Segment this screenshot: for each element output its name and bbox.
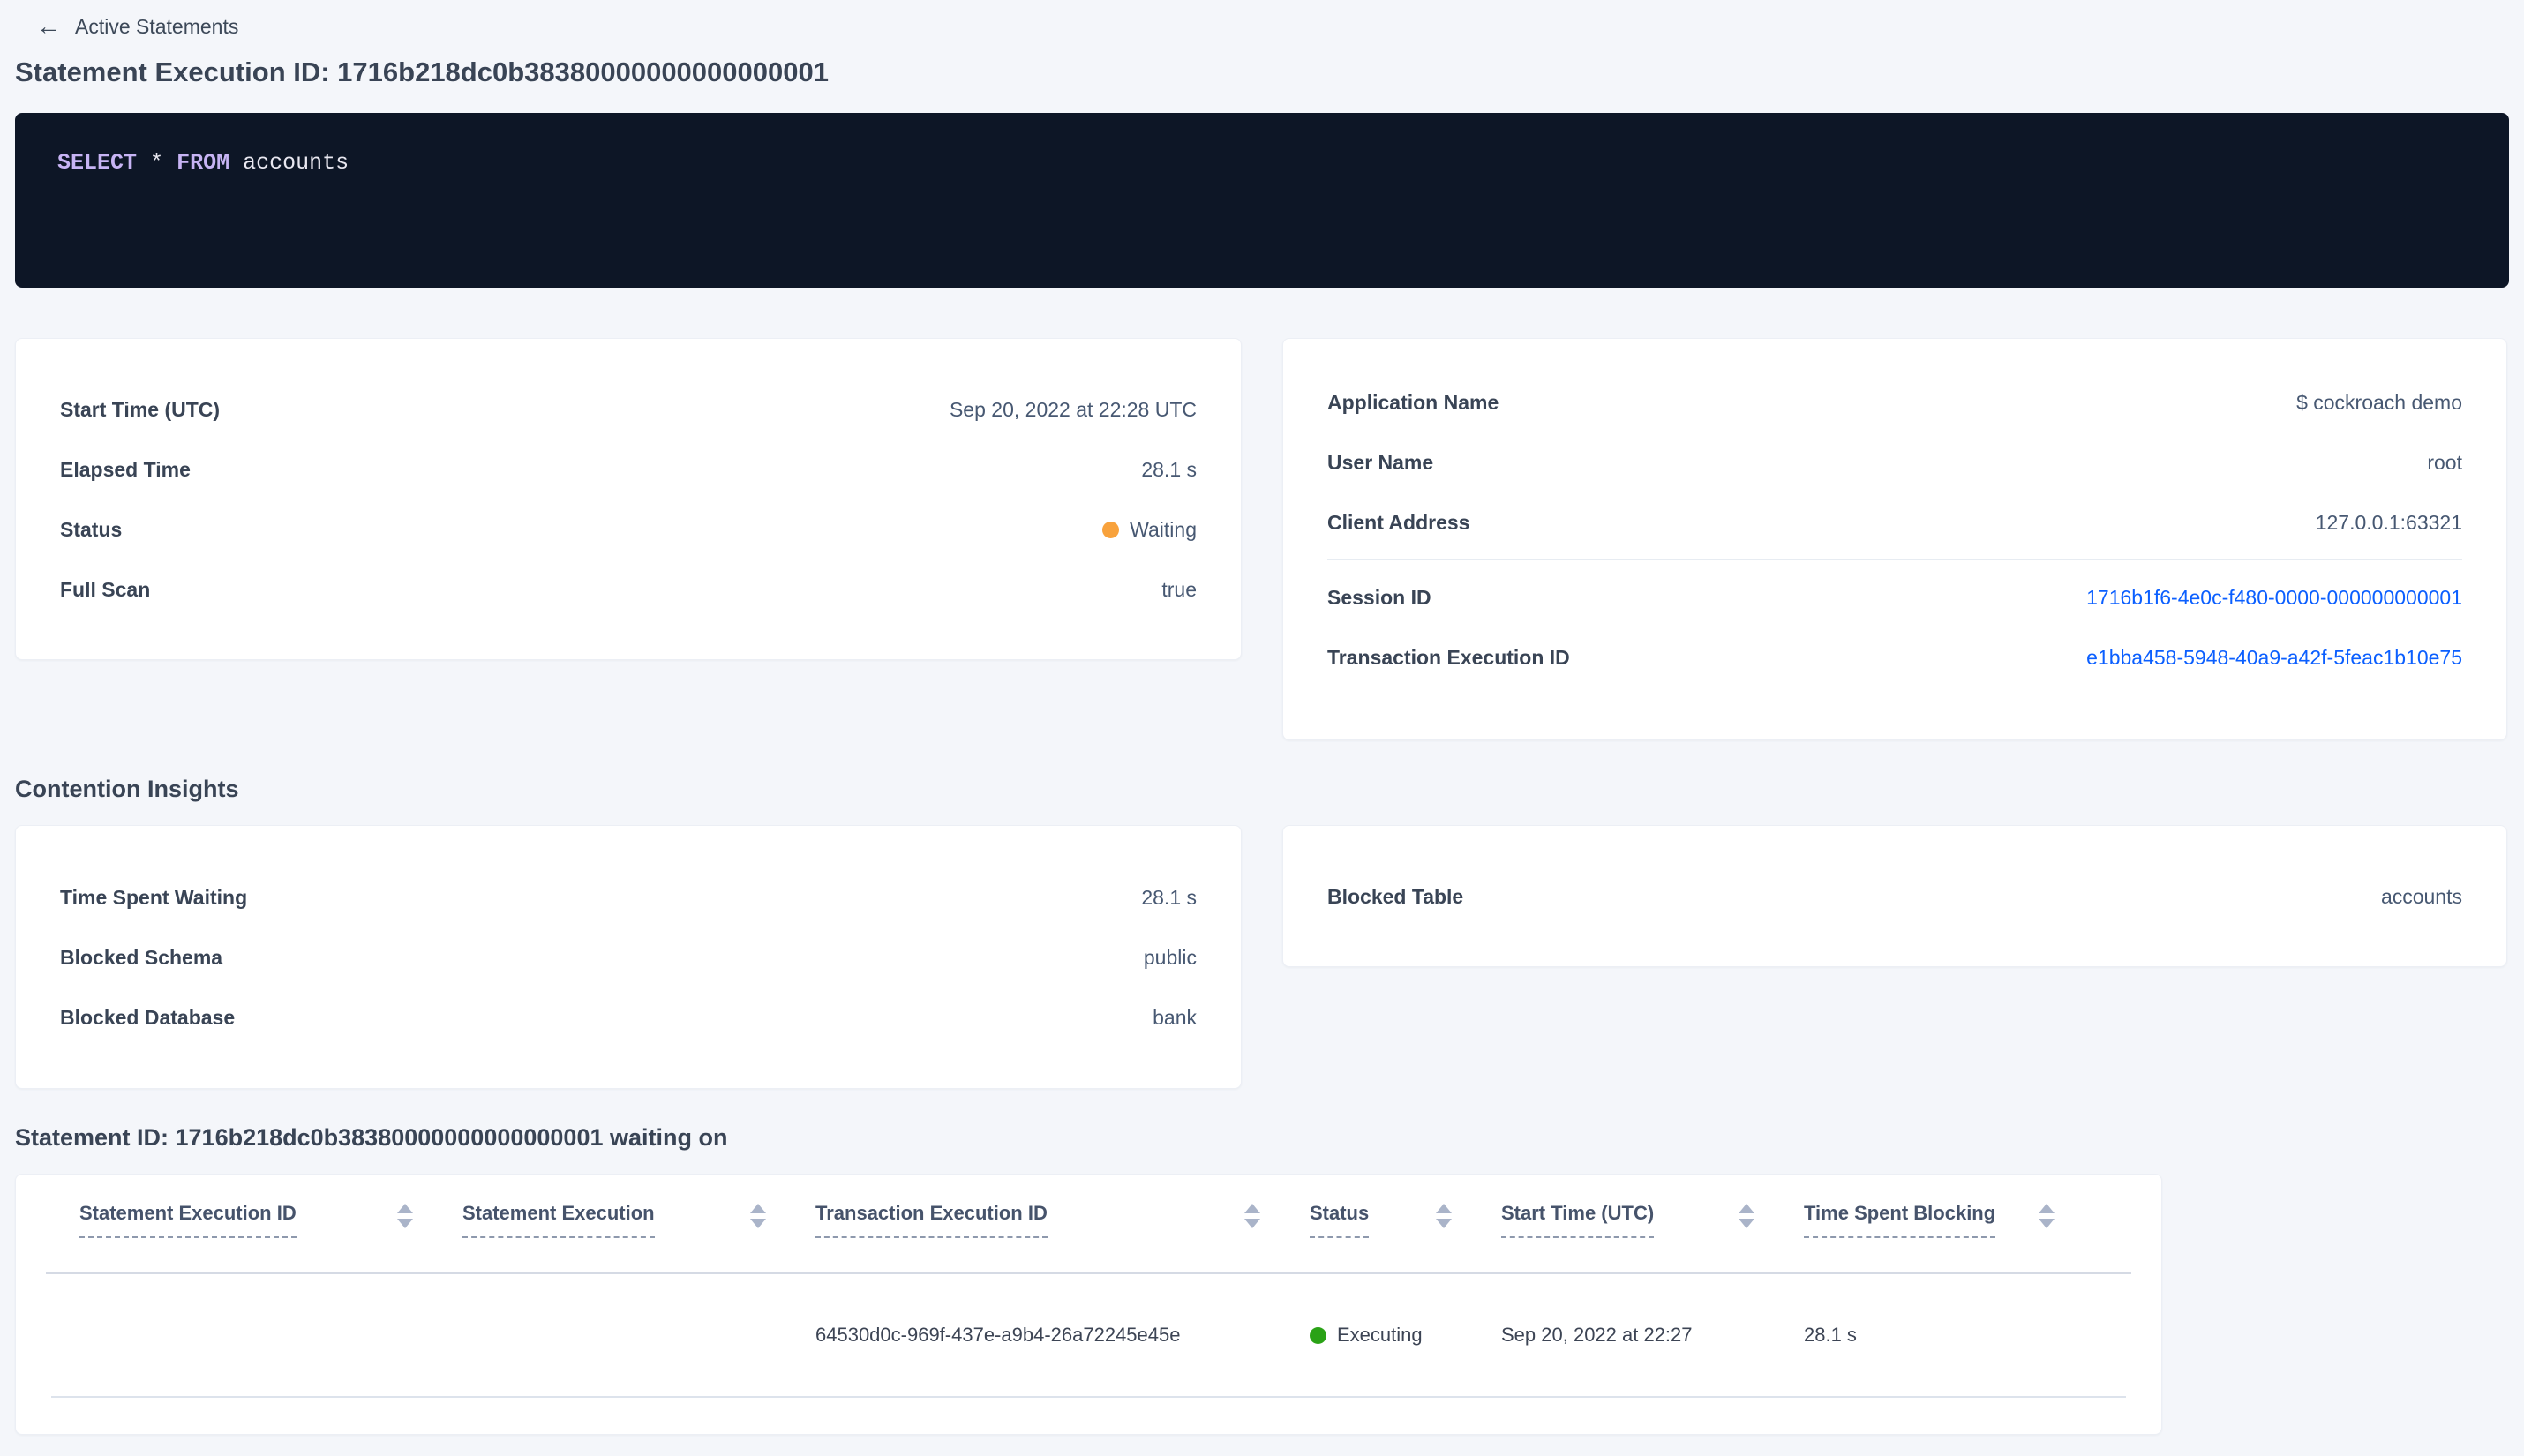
kv-value: accounts [2380,884,2462,908]
back-arrow-icon[interactable]: ← [36,14,61,39]
sql-table-identifier: accounts [243,150,349,176]
status-executing-dot-icon [1310,1326,1326,1344]
column-header-statement-execution[interactable]: Statement Execution [462,1201,815,1238]
kv-value: $ cockroach demo [2296,390,2462,414]
kv-row-transaction-execution-id: Transaction Execution ID e1bba458-5948-4… [1327,627,2462,687]
waiting-on-heading: Statement ID: 1716b218dc0b38380000000000… [15,1124,728,1151]
kv-label: Elapsed Time [60,457,191,481]
kv-label: Blocked Database [60,1005,236,1029]
kv-row-full-scan: Full Scan true [60,559,1197,619]
cell-start-time: Sep 20, 2022 at 22:27 [1501,1324,1693,1346]
kv-row-time-spent-waiting: Time Spent Waiting 28.1 s [60,867,1197,927]
table-row: 64530d0c-969f-437e-a9b4-26a72245e45e Exe… [16,1274,2161,1396]
column-label: Start Time (UTC) [1501,1201,1655,1238]
kv-row-blocked-schema: Blocked Schema public [60,927,1197,987]
status-text: Executing [1337,1324,1423,1346]
execution-summary-card: Start Time (UTC) Sep 20, 2022 at 22:28 U… [15,338,1242,660]
blocked-table-card: Blocked Table accounts [1282,825,2507,967]
kv-label: Client Address [1327,510,1470,534]
cell-time-spent-blocking: 28.1 s [1804,1324,1857,1346]
kv-value: true [1161,577,1197,601]
sort-icon[interactable] [1244,1204,1260,1228]
sql-star: * [150,150,164,176]
contention-insights-heading: Contention Insights [15,776,239,802]
sort-icon[interactable] [2039,1204,2055,1228]
column-label: Transaction Execution ID [815,1201,1048,1238]
column-header-status[interactable]: Status [1310,1201,1501,1238]
kv-label: Blocked Table [1327,884,1464,908]
card-divider [1327,559,2462,560]
sql-keyword-from: FROM [177,150,230,176]
page-title: Statement Execution ID: 1716b218dc0b3838… [15,56,829,87]
kv-value: 28.1 s [1141,885,1197,909]
column-header-time-spent-blocking[interactable]: Time Spent Blocking [1804,1201,2104,1238]
status-waiting-dot-icon [1102,521,1120,538]
status-text: Waiting [1130,517,1197,541]
kv-row-session-id: Session ID 1716b1f6-4e0c-f480-0000-00000… [1327,567,2462,627]
status-badge: Waiting [1102,518,1197,542]
transaction-execution-id-link[interactable]: e1bba458-5948-40a9-a42f-5feac1b10e75 [2086,646,2462,670]
sort-icon[interactable] [397,1204,413,1228]
kv-row-client-address: Client Address 127.0.0.1:63321 [1327,492,2462,552]
sort-icon[interactable] [1436,1204,1452,1228]
sort-icon[interactable] [750,1204,766,1228]
cell-transaction-execution-id: 64530d0c-969f-437e-a9b4-26a72245e45e [815,1324,1181,1346]
column-label: Time Spent Blocking [1804,1201,1996,1238]
contention-details-card: Time Spent Waiting 28.1 s Blocked Schema… [15,825,1242,1089]
sql-keyword-select: SELECT [57,150,138,176]
kv-row-application-name: Application Name $ cockroach demo [1327,372,2462,432]
back-link-active-statements[interactable]: Active Statements [75,15,238,39]
column-label: Statement Execution [462,1201,655,1238]
kv-label: Transaction Execution ID [1327,645,1570,669]
column-header-transaction-execution-id[interactable]: Transaction Execution ID [815,1201,1310,1238]
breadcrumb: ← Active Statements [36,0,2509,39]
kv-value: 127.0.0.1:63321 [2315,510,2462,534]
kv-row-status: Status Waiting [60,499,1197,559]
kv-value: bank [1153,1005,1197,1029]
column-header-start-time[interactable]: Start Time (UTC) [1501,1201,1804,1238]
kv-row-start-time: Start Time (UTC) Sep 20, 2022 at 22:28 U… [60,379,1197,439]
kv-label: Session ID [1327,585,1431,609]
kv-row-user-name: User Name root [1327,432,2462,492]
kv-label: Start Time (UTC) [60,397,221,421]
kv-label: Full Scan [60,577,151,601]
summary-cards-row: Start Time (UTC) Sep 20, 2022 at 22:28 U… [15,338,2509,740]
kv-row-elapsed-time: Elapsed Time 28.1 s [60,439,1197,499]
kv-value: 28.1 s [1141,457,1197,481]
contention-cards-row: Time Spent Waiting 28.1 s Blocked Schema… [15,825,2509,1089]
kv-value: Sep 20, 2022 at 22:28 UTC [949,397,1197,421]
kv-label: User Name [1327,450,1434,474]
column-label: Statement Execution ID [79,1201,297,1238]
sql-statement-box: SELECT * FROM accounts [15,113,2509,288]
table-row-divider [51,1396,2126,1398]
column-label: Status [1310,1201,1370,1238]
kv-label: Blocked Schema [60,945,223,969]
session-id-link[interactable]: 1716b1f6-4e0c-f480-0000-000000000001 [2086,586,2462,610]
kv-label: Application Name [1327,390,1499,414]
waiting-statements-table: Statement Execution ID Statement Executi… [15,1174,2162,1435]
table-header-row: Statement Execution ID Statement Executi… [16,1175,2161,1238]
kv-label: Status [60,517,123,541]
statement-execution-details-page: ← Active Statements Statement Execution … [0,0,2524,1435]
kv-value: public [1143,945,1197,969]
kv-value: root [2427,450,2462,474]
kv-label: Time Spent Waiting [60,885,248,909]
kv-row-blocked-database: Blocked Database bank [60,987,1197,1047]
sort-icon[interactable] [1739,1204,1754,1228]
kv-row-blocked-table: Blocked Table accounts [1327,867,2462,927]
cell-status: Executing [1310,1324,1501,1347]
session-summary-card: Application Name $ cockroach demo User N… [1282,338,2507,740]
column-header-statement-execution-id[interactable]: Statement Execution ID [79,1201,462,1238]
